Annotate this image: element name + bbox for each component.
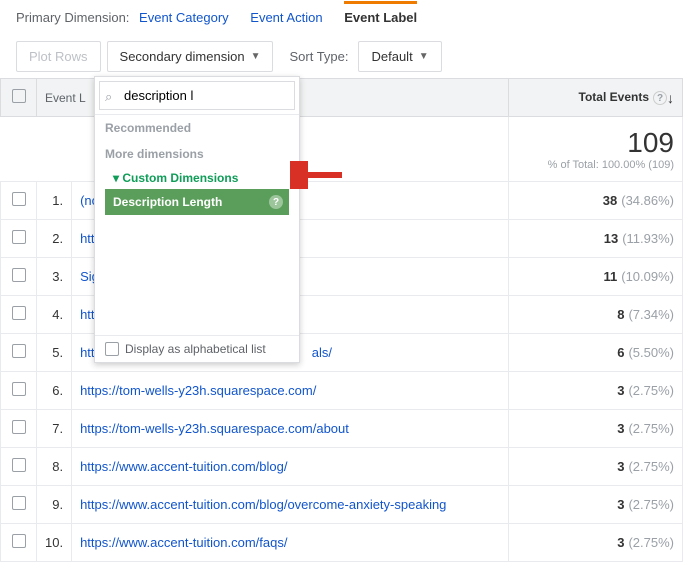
dropdown-search: ⌕ bbox=[95, 77, 299, 115]
dropdown-item-label: Description Length bbox=[113, 195, 222, 209]
sort-type-value: Default bbox=[371, 49, 412, 64]
plot-rows-button[interactable]: Plot Rows bbox=[16, 41, 101, 72]
event-label-link[interactable]: als/ bbox=[312, 345, 332, 360]
row-checkbox[interactable] bbox=[12, 382, 26, 396]
search-icon: ⌕ bbox=[105, 89, 112, 105]
row-label-cell: https://www.accent-tuition.com/blog/ bbox=[72, 448, 509, 486]
row-checkbox[interactable] bbox=[12, 230, 26, 244]
summary-subtext: % of Total: 100.00% (109) bbox=[517, 159, 674, 171]
event-label-link[interactable]: https://www.accent-tuition.com/faqs/ bbox=[80, 535, 287, 550]
summary-total: 109 bbox=[517, 127, 674, 159]
row-checkbox[interactable] bbox=[12, 458, 26, 472]
dropdown-recommended: Recommended bbox=[95, 115, 299, 141]
row-events: 38(34.86%) bbox=[509, 182, 683, 220]
row-checkbox[interactable] bbox=[12, 268, 26, 282]
primary-dimension-row: Primary Dimension: Event Category Event … bbox=[0, 0, 683, 35]
row-index: 4. bbox=[37, 296, 72, 334]
row-events: 8(7.34%) bbox=[509, 296, 683, 334]
sort-type-button[interactable]: Default ▼ bbox=[358, 41, 441, 72]
event-label-link[interactable]: https://tom-wells-y23h.squarespace.com/ bbox=[80, 383, 316, 398]
row-index: 3. bbox=[37, 258, 72, 296]
row-label-cell: https://www.accent-tuition.com/blog/over… bbox=[72, 486, 509, 524]
row-label-cell: https://www.accent-tuition.com/faqs/ bbox=[72, 524, 509, 562]
table-row: 7. https://tom-wells-y23h.squarespace.com… bbox=[1, 410, 683, 448]
row-index: 1. bbox=[37, 182, 72, 220]
row-events: 3(2.75%) bbox=[509, 448, 683, 486]
secondary-dimension-button[interactable]: Secondary dimension ▼ bbox=[107, 41, 274, 72]
row-events: 3(2.75%) bbox=[509, 524, 683, 562]
select-all-checkbox[interactable] bbox=[12, 89, 26, 103]
help-icon[interactable]: ? bbox=[653, 91, 667, 105]
annotation-arrow-icon bbox=[290, 161, 348, 189]
dropdown-item-description-length[interactable]: Description Length ? bbox=[105, 189, 289, 215]
row-index: 2. bbox=[37, 220, 72, 258]
row-events: 3(2.75%) bbox=[509, 486, 683, 524]
alphabetical-label: Display as alphabetical list bbox=[125, 342, 266, 356]
row-events: 3(2.75%) bbox=[509, 372, 683, 410]
dropdown-custom-dimensions[interactable]: Custom Dimensions bbox=[95, 167, 299, 189]
row-index: 6. bbox=[37, 372, 72, 410]
secondary-dimension-dropdown: ⌕ Recommended More dimensions Custom Dim… bbox=[94, 76, 300, 363]
row-checkbox[interactable] bbox=[12, 496, 26, 510]
search-input[interactable] bbox=[99, 81, 295, 110]
table-row: 10. https://www.accent-tuition.com/faqs/3… bbox=[1, 524, 683, 562]
event-label-link[interactable]: https://www.accent-tuition.com/blog/ bbox=[80, 459, 287, 474]
row-index: 8. bbox=[37, 448, 72, 486]
row-checkbox[interactable] bbox=[12, 192, 26, 206]
summary-cell: 109 % of Total: 100.00% (109) bbox=[509, 117, 683, 182]
primary-dim-action[interactable]: Event Action bbox=[250, 10, 322, 25]
row-label-cell: https://tom-wells-y23h.squarespace.com/ bbox=[72, 372, 509, 410]
primary-dim-category[interactable]: Event Category bbox=[139, 10, 229, 25]
help-icon[interactable]: ? bbox=[269, 195, 283, 209]
row-checkbox[interactable] bbox=[12, 306, 26, 320]
table-row: 8. https://www.accent-tuition.com/blog/3(… bbox=[1, 448, 683, 486]
table-row: 6. https://tom-wells-y23h.squarespace.com… bbox=[1, 372, 683, 410]
row-index: 10. bbox=[37, 524, 72, 562]
row-index: 9. bbox=[37, 486, 72, 524]
row-events: 11(10.09%) bbox=[509, 258, 683, 296]
dropdown-more-dimensions: More dimensions bbox=[95, 141, 299, 167]
primary-dimension-label: Primary Dimension: bbox=[16, 10, 129, 25]
col-total-events[interactable]: Total Events? ↓ bbox=[509, 79, 683, 117]
event-label-link[interactable]: https://tom-wells-y23h.squarespace.com/a… bbox=[80, 421, 349, 436]
alphabetical-checkbox[interactable] bbox=[105, 342, 119, 356]
row-index: 5. bbox=[37, 334, 72, 372]
secondary-dimension-label: Secondary dimension bbox=[120, 49, 245, 64]
primary-dim-label-active[interactable]: Event Label bbox=[344, 1, 417, 25]
dropdown-footer[interactable]: Display as alphabetical list bbox=[95, 335, 299, 362]
row-label-cell: https://tom-wells-y23h.squarespace.com/a… bbox=[72, 410, 509, 448]
caret-down-icon: ▼ bbox=[251, 51, 261, 62]
row-checkbox[interactable] bbox=[12, 344, 26, 358]
event-label-link[interactable]: https://www.accent-tuition.com/blog/over… bbox=[80, 497, 446, 512]
row-index: 7. bbox=[37, 410, 72, 448]
row-events: 6(5.50%) bbox=[509, 334, 683, 372]
plot-rows-label: Plot Rows bbox=[29, 49, 88, 64]
row-checkbox[interactable] bbox=[12, 534, 26, 548]
toolbar: Plot Rows Secondary dimension ▼ Sort Typ… bbox=[0, 35, 683, 78]
row-events: 13(11.93%) bbox=[509, 220, 683, 258]
table-row: 9. https://www.accent-tuition.com/blog/ov… bbox=[1, 486, 683, 524]
sort-type-label: Sort Type: bbox=[289, 49, 348, 64]
row-checkbox[interactable] bbox=[12, 420, 26, 434]
caret-down-icon: ▼ bbox=[419, 51, 429, 62]
arrow-down-icon: ↓ bbox=[667, 90, 674, 106]
row-events: 3(2.75%) bbox=[509, 410, 683, 448]
